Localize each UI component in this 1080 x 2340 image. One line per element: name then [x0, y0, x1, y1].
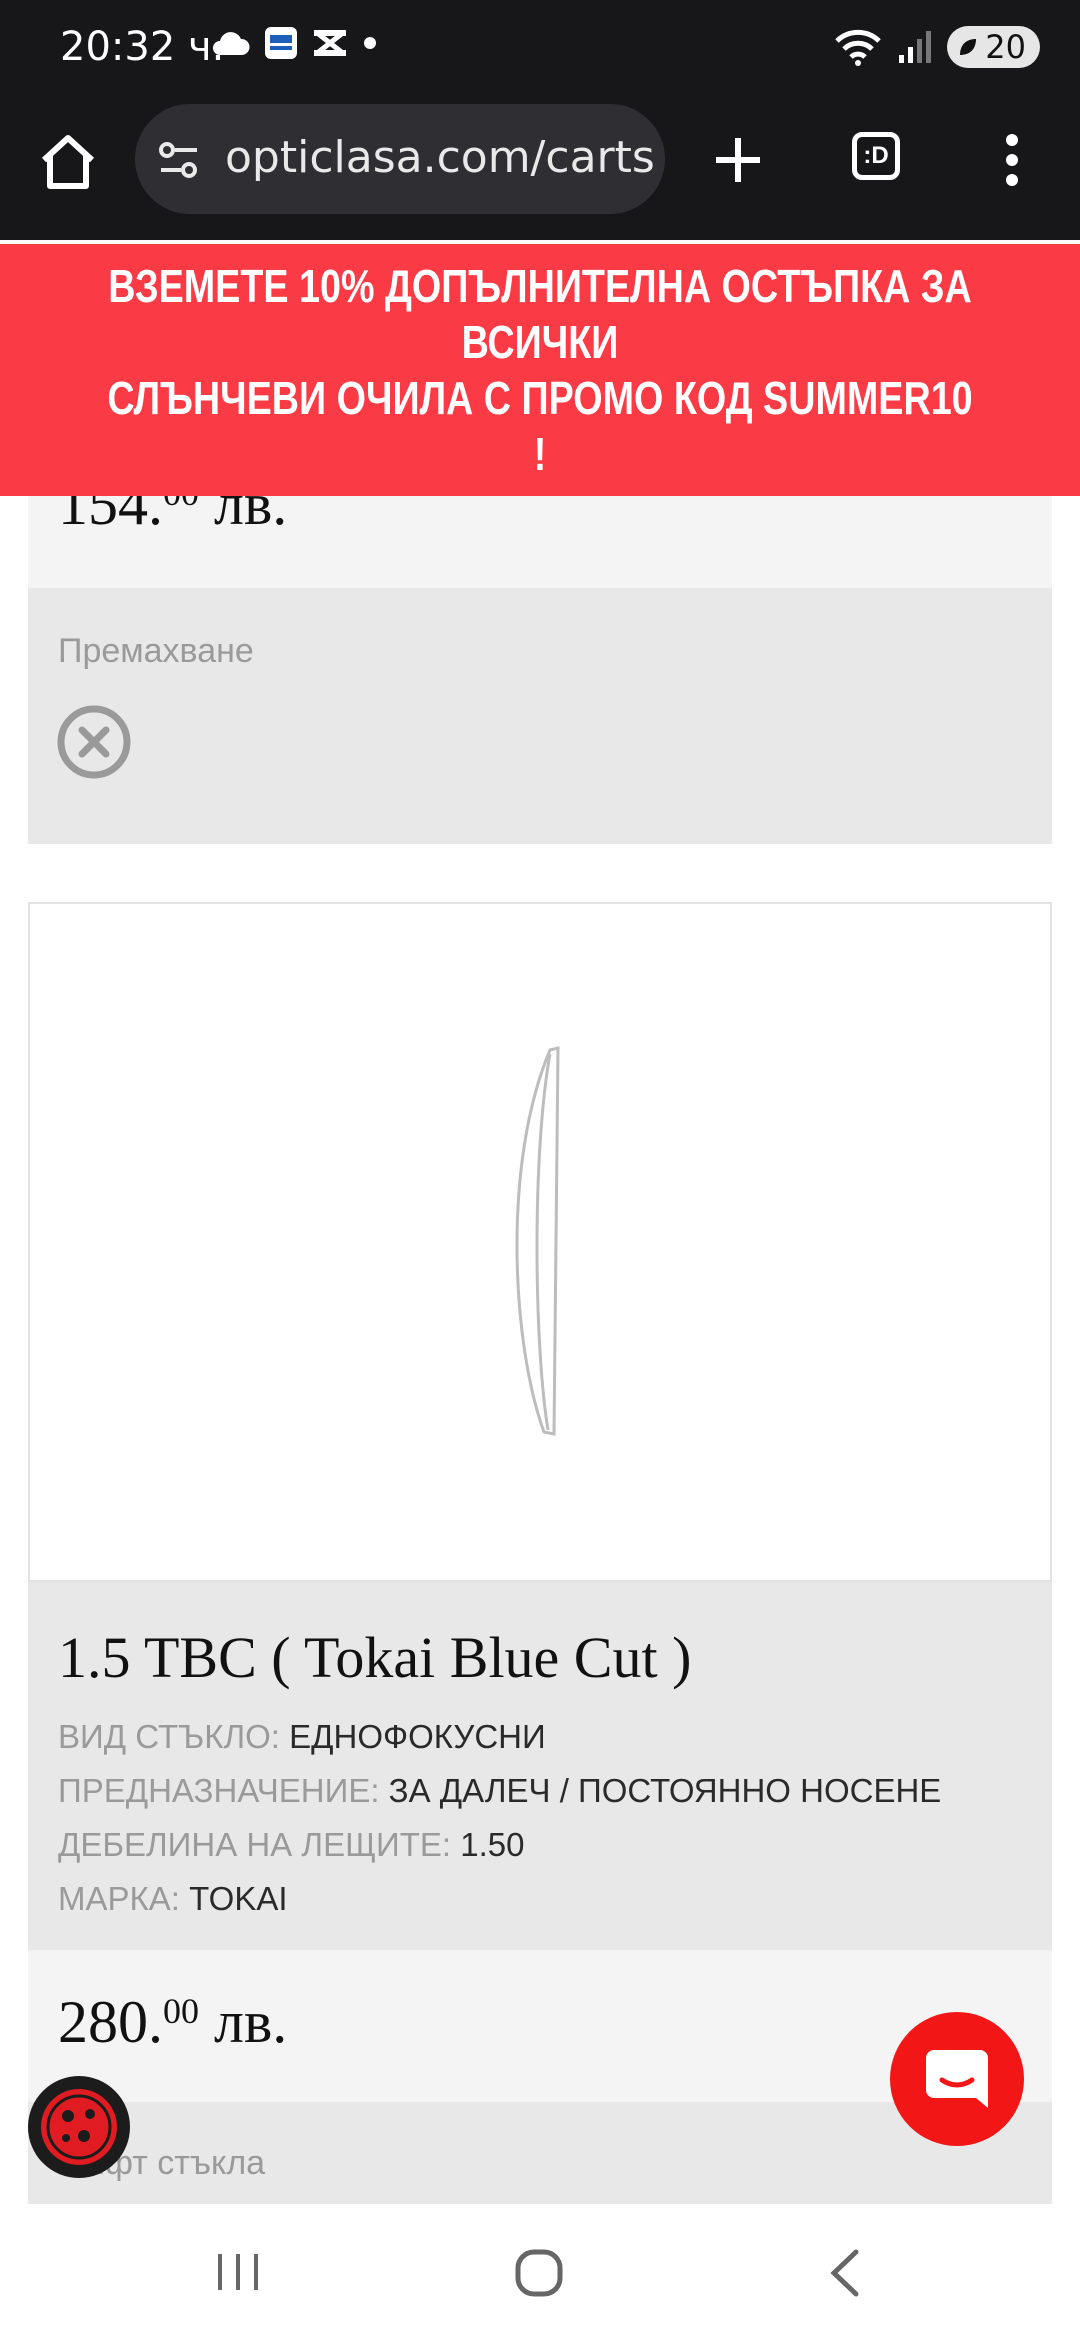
remove-label: Премахване [58, 632, 254, 670]
cart-item-2-image-card[interactable] [28, 902, 1052, 1582]
capcut-icon [314, 30, 346, 56]
status-system-icons: 20 [833, 26, 1040, 68]
cookie-settings-button[interactable] [28, 2076, 130, 2178]
bank-app-icon [265, 27, 297, 59]
battery-indicator: 20 [947, 26, 1040, 68]
nav-home-icon[interactable] [514, 2248, 564, 2298]
status-time: 20:32 ч. [60, 24, 225, 70]
site-settings-icon[interactable] [157, 138, 201, 182]
chat-icon [926, 2050, 988, 2108]
cart-item-1-price: 154.00 лв. [58, 496, 288, 537]
dot-icon [364, 37, 376, 49]
cart-item-2-price: 280.00 лв. [58, 1989, 288, 2055]
tab-switcher-button[interactable]: :D [852, 132, 900, 180]
url-text[interactable]: opticlasa.com/carts [225, 132, 655, 183]
cart-item-2-details: 1.5 TBC ( Tokai Blue Cut ) ВИД СТЪКЛО: Е… [28, 1582, 1052, 1950]
more-menu-icon[interactable] [1000, 130, 1024, 190]
lens-product-image [515, 1046, 560, 1436]
spec-row: ВИД СТЪКЛО: ЕДНОФОКУСНИ [58, 1718, 546, 1755]
recent-apps-icon[interactable] [214, 2250, 262, 2294]
spec-row: ПРЕДНАЗНАЧЕНИЕ: ЗА ДАЛЕЧ / ПОСТОЯННО НОС… [58, 1772, 942, 1809]
battery-level: 20 [985, 28, 1026, 66]
cookie-icon [41, 2089, 117, 2165]
back-icon[interactable] [826, 2248, 862, 2298]
spec-row: ДЕБЕЛИНА НА ЛЕЩИТЕ: 1.50 [58, 1826, 525, 1863]
home-icon[interactable] [36, 130, 100, 194]
chat-button[interactable] [890, 2012, 1024, 2146]
signal-icon [899, 31, 932, 63]
wifi-icon [835, 29, 882, 66]
leaf-icon [960, 39, 977, 55]
status-bar: 20:32 ч. 20 [0, 0, 1080, 100]
new-tab-icon[interactable] [712, 134, 764, 186]
cart-item-1-price-row: 154.00 лв. [28, 496, 1052, 588]
promo-banner-overlay: ВЗЕМЕТЕ 10% ДОПЪЛНИТЕЛНА ОСТЪПКА ЗА ВСИЧ… [0, 244, 1080, 496]
status-notification-icons [210, 26, 378, 60]
remove-circle-x-icon[interactable] [56, 704, 132, 780]
cart-item-2-lens-type-section: ифт стъкла [28, 2102, 1052, 2204]
address-bar[interactable]: opticlasa.com/carts [135, 104, 665, 214]
cart-item-1-remove-section: Премахване [28, 588, 1052, 844]
cloud-icon [213, 32, 250, 55]
spec-row: МАРКА: TOKAI [58, 1880, 288, 1917]
system-navigation-bar [0, 2204, 1080, 2340]
product-title: 1.5 TBC ( Tokai Blue Cut ) [58, 1625, 692, 1690]
